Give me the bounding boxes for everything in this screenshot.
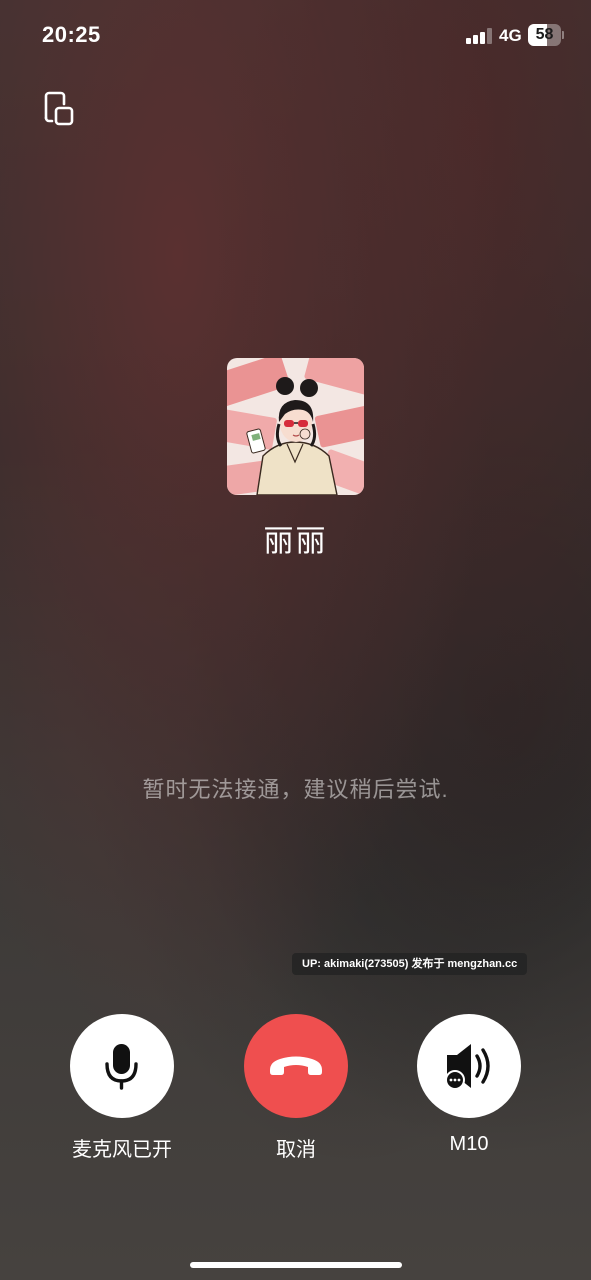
- window-minimize-icon[interactable]: [38, 90, 76, 128]
- status-bar: 20:25 4G 58: [0, 0, 591, 72]
- mic-label: 麦克风已开: [72, 1139, 172, 1161]
- call-status-message: 暂时无法接通，建议稍后尝试.: [142, 777, 449, 802]
- cellular-signal-icon: [466, 28, 492, 44]
- microphone-icon: [105, 1044, 138, 1090]
- cancel-control[interactable]: 取消: [226, 1014, 366, 1162]
- speaker-control[interactable]: M10: [399, 1014, 539, 1156]
- battery-icon: 58: [528, 24, 564, 46]
- home-indicator[interactable]: [190, 1262, 402, 1268]
- speaker-button[interactable]: [417, 1014, 521, 1118]
- mic-button[interactable]: [70, 1014, 174, 1118]
- contact-avatar: [227, 358, 364, 495]
- network-type: 4G: [499, 26, 522, 45]
- phone-hangup-icon: [270, 1056, 322, 1075]
- speaker-label: M10: [449, 1133, 489, 1155]
- speaker-icon: [445, 1044, 490, 1090]
- mic-control[interactable]: 麦克风已开: [52, 1014, 192, 1162]
- battery-percent: 58: [535, 26, 554, 43]
- status-time: 20:25: [42, 22, 101, 47]
- cancel-label: 取消: [276, 1139, 316, 1161]
- watermark: UP: akimaki(273505) 发布于 mengzhan.cc: [292, 953, 528, 975]
- contact-name: 丽丽: [263, 525, 328, 558]
- hangup-button[interactable]: [244, 1014, 348, 1118]
